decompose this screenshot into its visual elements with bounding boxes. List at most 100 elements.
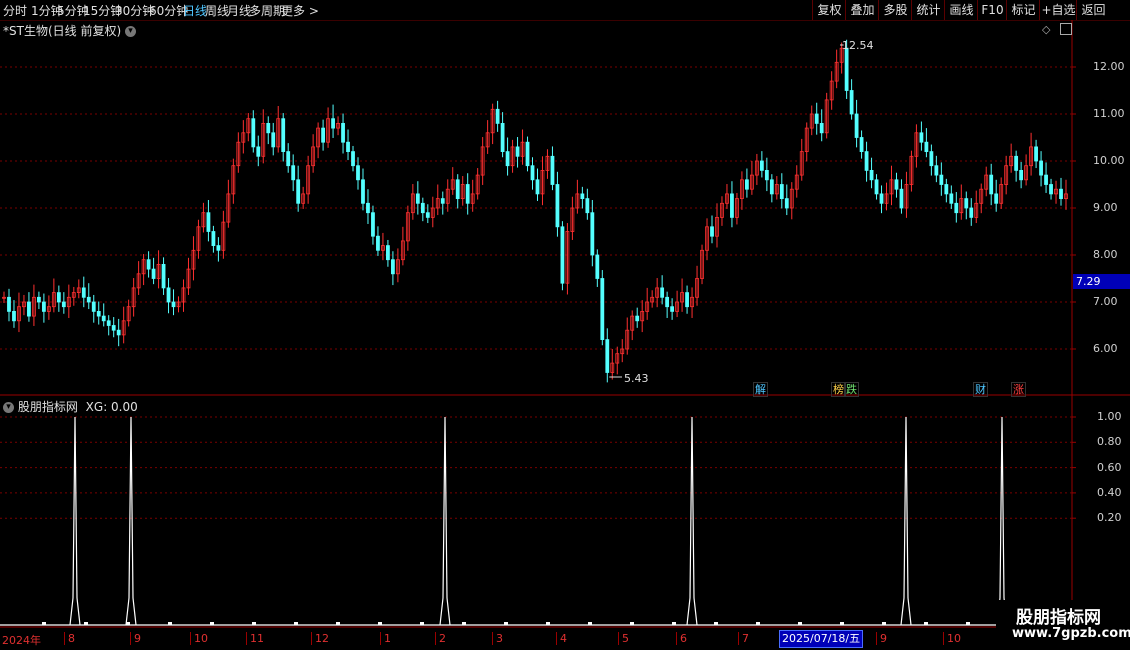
candle-body xyxy=(964,198,969,209)
signal-spike xyxy=(996,416,1008,626)
candle-body xyxy=(745,179,749,190)
candle-body xyxy=(455,179,460,200)
month-tick-0: 8 xyxy=(64,632,75,645)
signal-dot xyxy=(294,622,298,625)
chevron-down-icon[interactable]: ▾ xyxy=(124,26,136,37)
candle-body xyxy=(266,123,271,134)
candle-body xyxy=(86,296,91,303)
signal-dot xyxy=(42,622,46,625)
signal-spike xyxy=(69,416,81,626)
signal-dot xyxy=(798,622,802,625)
stock-title[interactable]: *ST生物(日线 前复权) ▾ xyxy=(3,22,136,39)
candle-body xyxy=(440,198,445,204)
signal-dot xyxy=(756,622,760,625)
event-mark-2[interactable]: 跌 xyxy=(844,382,859,397)
candle-body xyxy=(415,193,420,204)
candle-body xyxy=(106,320,111,326)
candle-body xyxy=(321,127,325,143)
candle-body xyxy=(530,165,535,181)
candle-body xyxy=(784,198,789,209)
candle-body xyxy=(525,141,530,167)
candle-body xyxy=(894,179,899,190)
candle-body xyxy=(41,301,46,312)
candle-body xyxy=(376,235,380,251)
candle-body xyxy=(256,146,261,157)
candle-body xyxy=(849,90,854,115)
candle-body xyxy=(660,287,665,298)
indicator-value: XG: 0.00 xyxy=(85,400,138,414)
signal-dot xyxy=(84,622,88,625)
candle-body xyxy=(929,151,934,167)
month-tick-6: 2 xyxy=(435,632,446,645)
month-tick-1: 9 xyxy=(130,632,141,645)
candle-body xyxy=(61,301,66,308)
candle-body xyxy=(779,184,784,200)
signal-spike xyxy=(125,416,137,626)
candle-body xyxy=(819,123,824,134)
candle-body xyxy=(56,292,61,303)
candle-body xyxy=(391,259,395,275)
signal-dot xyxy=(462,622,466,625)
candle-body xyxy=(899,188,904,209)
candle-body xyxy=(356,165,360,181)
signal-dot xyxy=(882,622,886,625)
candle-body xyxy=(91,301,96,312)
event-mark-3[interactable]: 财 xyxy=(973,382,988,397)
signal-dot xyxy=(504,622,508,625)
signal-dot xyxy=(210,622,214,625)
low-price-label: 5.43 xyxy=(624,372,649,385)
event-mark-0[interactable]: 解 xyxy=(753,382,768,397)
signal-dot xyxy=(630,622,634,625)
candle-body xyxy=(854,113,859,138)
indicator-name: 股朋指标网 xyxy=(17,400,78,414)
chart-area[interactable] xyxy=(0,0,1130,650)
candle-body xyxy=(1014,155,1019,171)
diamond-icon[interactable]: ◇ xyxy=(1042,23,1050,36)
candle-body xyxy=(710,226,714,237)
signal-dot xyxy=(714,622,718,625)
signal-spike xyxy=(900,416,912,626)
candle-body xyxy=(146,259,151,270)
candle-body xyxy=(420,202,425,214)
candle-body xyxy=(166,287,171,303)
candle-body xyxy=(361,179,365,204)
candle-body xyxy=(944,184,949,195)
price-tick-4: 8.00 xyxy=(1093,248,1118,261)
watermark-url: www.7gpzb.com xyxy=(1012,626,1130,641)
candle-body xyxy=(341,123,345,143)
candle-body xyxy=(211,231,216,247)
panel-toggle-icon[interactable] xyxy=(1060,23,1072,35)
indicator-tick-2: 0.60 xyxy=(1097,460,1122,474)
candle-body xyxy=(585,198,590,214)
candle-body xyxy=(12,310,16,322)
candle-body xyxy=(560,226,565,284)
candle-body xyxy=(879,193,884,204)
chevron-down-icon[interactable]: ▾ xyxy=(3,402,14,413)
signal-spike xyxy=(686,416,698,626)
cursor-date-label: 2025/07/18/五 xyxy=(779,630,864,648)
candle-body xyxy=(251,118,256,148)
event-mark-4[interactable]: 涨 xyxy=(1011,382,1026,397)
candle-body xyxy=(670,306,675,312)
candle-body xyxy=(1019,169,1024,181)
month-tick-13: 10 xyxy=(943,632,961,645)
indicator-header[interactable]: ▾ 股朋指标网 XG: 0.00 xyxy=(3,398,138,415)
candle-body xyxy=(171,301,176,308)
candle-body xyxy=(814,113,819,124)
signal-dot xyxy=(924,622,928,625)
candle-body xyxy=(874,179,879,195)
candle-body xyxy=(111,325,116,331)
price-tick-3: 9.00 xyxy=(1093,201,1118,214)
current-price-label: 7.29 xyxy=(1073,274,1130,289)
candle-body xyxy=(859,137,864,153)
candlestick-series xyxy=(2,39,1068,383)
candle-body xyxy=(1044,174,1048,185)
price-tick-0: 12.00 xyxy=(1093,60,1125,73)
signal-dot xyxy=(966,622,970,625)
candle-body xyxy=(386,245,390,261)
candle-body xyxy=(465,184,470,204)
candle-body xyxy=(505,151,510,167)
signal-dot xyxy=(168,622,172,625)
candle-body xyxy=(590,212,595,256)
month-tick-3: 11 xyxy=(246,632,264,645)
